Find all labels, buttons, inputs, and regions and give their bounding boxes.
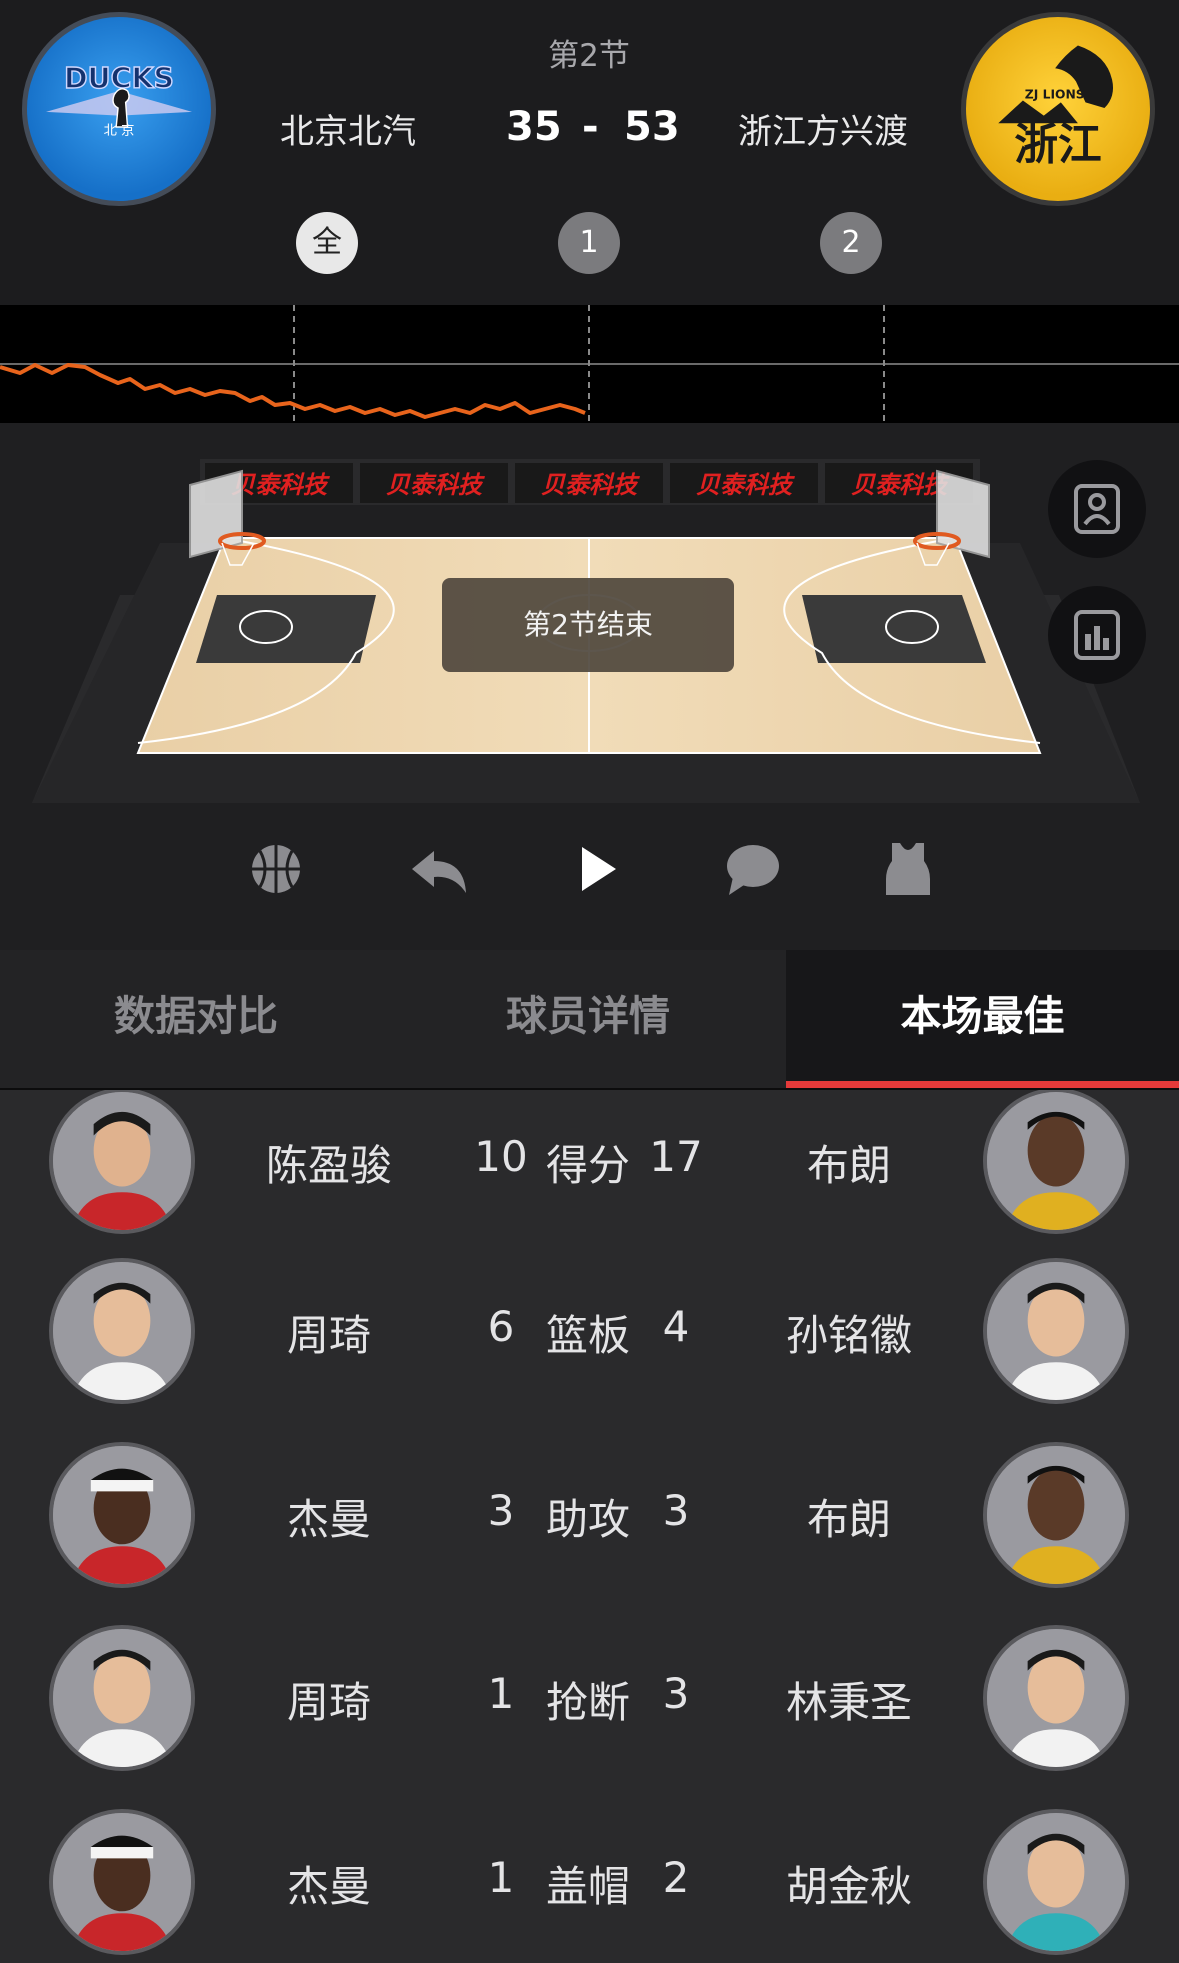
left-player-name: 周琦 [286,1678,371,1727]
profile-icon [1074,484,1120,534]
right-player-name: 林秉圣 [785,1678,912,1727]
sponsor-banner: 贝泰科技 [696,471,795,499]
play-icon [582,847,616,891]
tab-player-details[interactable]: 球员详情 [392,950,784,1090]
jersey-icon [886,843,930,895]
away-team-name: 浙江方兴渡 [738,112,908,152]
away-score: 53 [624,104,680,150]
player-profile-button[interactable] [1048,460,1146,558]
sponsor-banner: 贝泰科技 [541,471,640,499]
sponsor-banner: 贝泰科技 [386,471,485,499]
player-avatar[interactable] [983,1809,1129,1955]
comment-button[interactable] [723,839,783,899]
score-separator: - [582,104,599,150]
away-team-logo[interactable]: ZJ LIONS 浙江 [961,12,1155,206]
player-avatar[interactable] [983,1258,1129,1404]
replay-icon [412,851,466,893]
best-row-steals[interactable]: 周琦 1 抢断 3 林秉圣 [0,1625,1179,1809]
right-stat-value: 2 [662,1853,690,1902]
svg-text:浙江: 浙江 [1014,120,1101,170]
lineup-button[interactable] [878,839,938,899]
comment-icon [727,845,779,895]
detail-tabs: 数据对比 球员详情 本场最佳 [0,950,1179,1090]
left-player-name: 周琦 [286,1311,371,1360]
right-player-name: 胡金秋 [785,1862,912,1911]
sponsor-banner: 贝泰科技 [231,471,330,499]
left-player-name: 陈盈骏 [265,1141,392,1190]
right-stat-value: 3 [662,1669,690,1718]
left-player-name: 杰曼 [286,1495,371,1544]
replay-button[interactable] [408,839,468,899]
play-button[interactable] [566,839,626,899]
stat-label: 助攻 [545,1495,630,1544]
right-stat-value: 17 [649,1132,703,1181]
best-row-assists[interactable]: 杰曼 3 助攻 3 布朗 [0,1442,1179,1626]
home-score: 35 [506,104,562,150]
period-status-overlay: 第2节结束 [442,578,734,672]
live-text-button[interactable] [246,839,306,899]
left-player-name: 杰曼 [286,1862,371,1911]
quarter-button-all[interactable]: 全 [296,212,358,274]
stats-icon [1074,610,1120,660]
stat-label: 抢断 [545,1678,630,1727]
game-header: DUCKS 北 京 第2节 北京北汽 35 - 53 浙江方兴渡 ZJ LION… [0,0,1179,305]
right-stat-value: 3 [662,1486,690,1535]
score-diff-line [0,363,586,419]
tab-game-best[interactable]: 本场最佳 [786,950,1179,1090]
home-team-logo[interactable]: DUCKS 北 京 [22,12,216,206]
stat-label: 盖帽 [545,1862,630,1911]
svg-text:北 京: 北 京 [104,123,135,139]
player-avatar[interactable] [983,1625,1129,1771]
period-title: 第2节 [548,38,630,74]
quarter-button-2[interactable]: 2 [820,212,882,274]
tab-stats-comparison[interactable]: 数据对比 [0,950,392,1090]
home-team-name: 北京北汽 [280,112,416,152]
right-stat-value: 4 [662,1302,690,1351]
player-avatar[interactable] [49,1090,195,1234]
quarter-button-1[interactable]: 1 [558,212,620,274]
team-stats-button[interactable] [1048,586,1146,684]
best-row-points[interactable]: 陈盈骏 10 得分 17 布朗 [0,1090,1179,1272]
player-avatar[interactable] [49,1258,195,1404]
right-player-name: 孙铭徽 [785,1311,912,1360]
player-avatar[interactable] [49,1625,195,1771]
player-avatar[interactable] [49,1442,195,1588]
right-player-name: 布朗 [806,1141,891,1190]
player-avatar[interactable] [983,1090,1129,1234]
sponsor-banner: 贝泰科技 [851,471,950,499]
right-backboard [936,469,990,559]
player-avatar[interactable] [49,1809,195,1955]
best-row-blocks[interactable]: 杰曼 1 盖帽 2 胡金秋 [0,1809,1179,1963]
basketball-icon [252,845,300,893]
score-trend-chart [0,305,1179,423]
stat-label: 篮板 [545,1311,630,1360]
stat-label: 得分 [545,1141,630,1190]
best-players-list: 陈盈骏 10 得分 17 布朗 周琦 6 篮板 4 孙铭徽 杰曼 3 助攻 3 … [0,1090,1179,1963]
active-tab-indicator [786,1081,1179,1088]
left-backboard [189,469,243,559]
right-player-name: 布朗 [806,1495,891,1544]
best-row-rebounds[interactable]: 周琦 6 篮板 4 孙铭徽 [0,1258,1179,1442]
svg-text:ZJ LIONS: ZJ LIONS [1025,88,1085,102]
player-avatar[interactable] [983,1442,1129,1588]
court-area: 贝泰科技 贝泰科技 贝泰科技 贝泰科技 贝泰科技 第2节结束 [0,423,1179,950]
